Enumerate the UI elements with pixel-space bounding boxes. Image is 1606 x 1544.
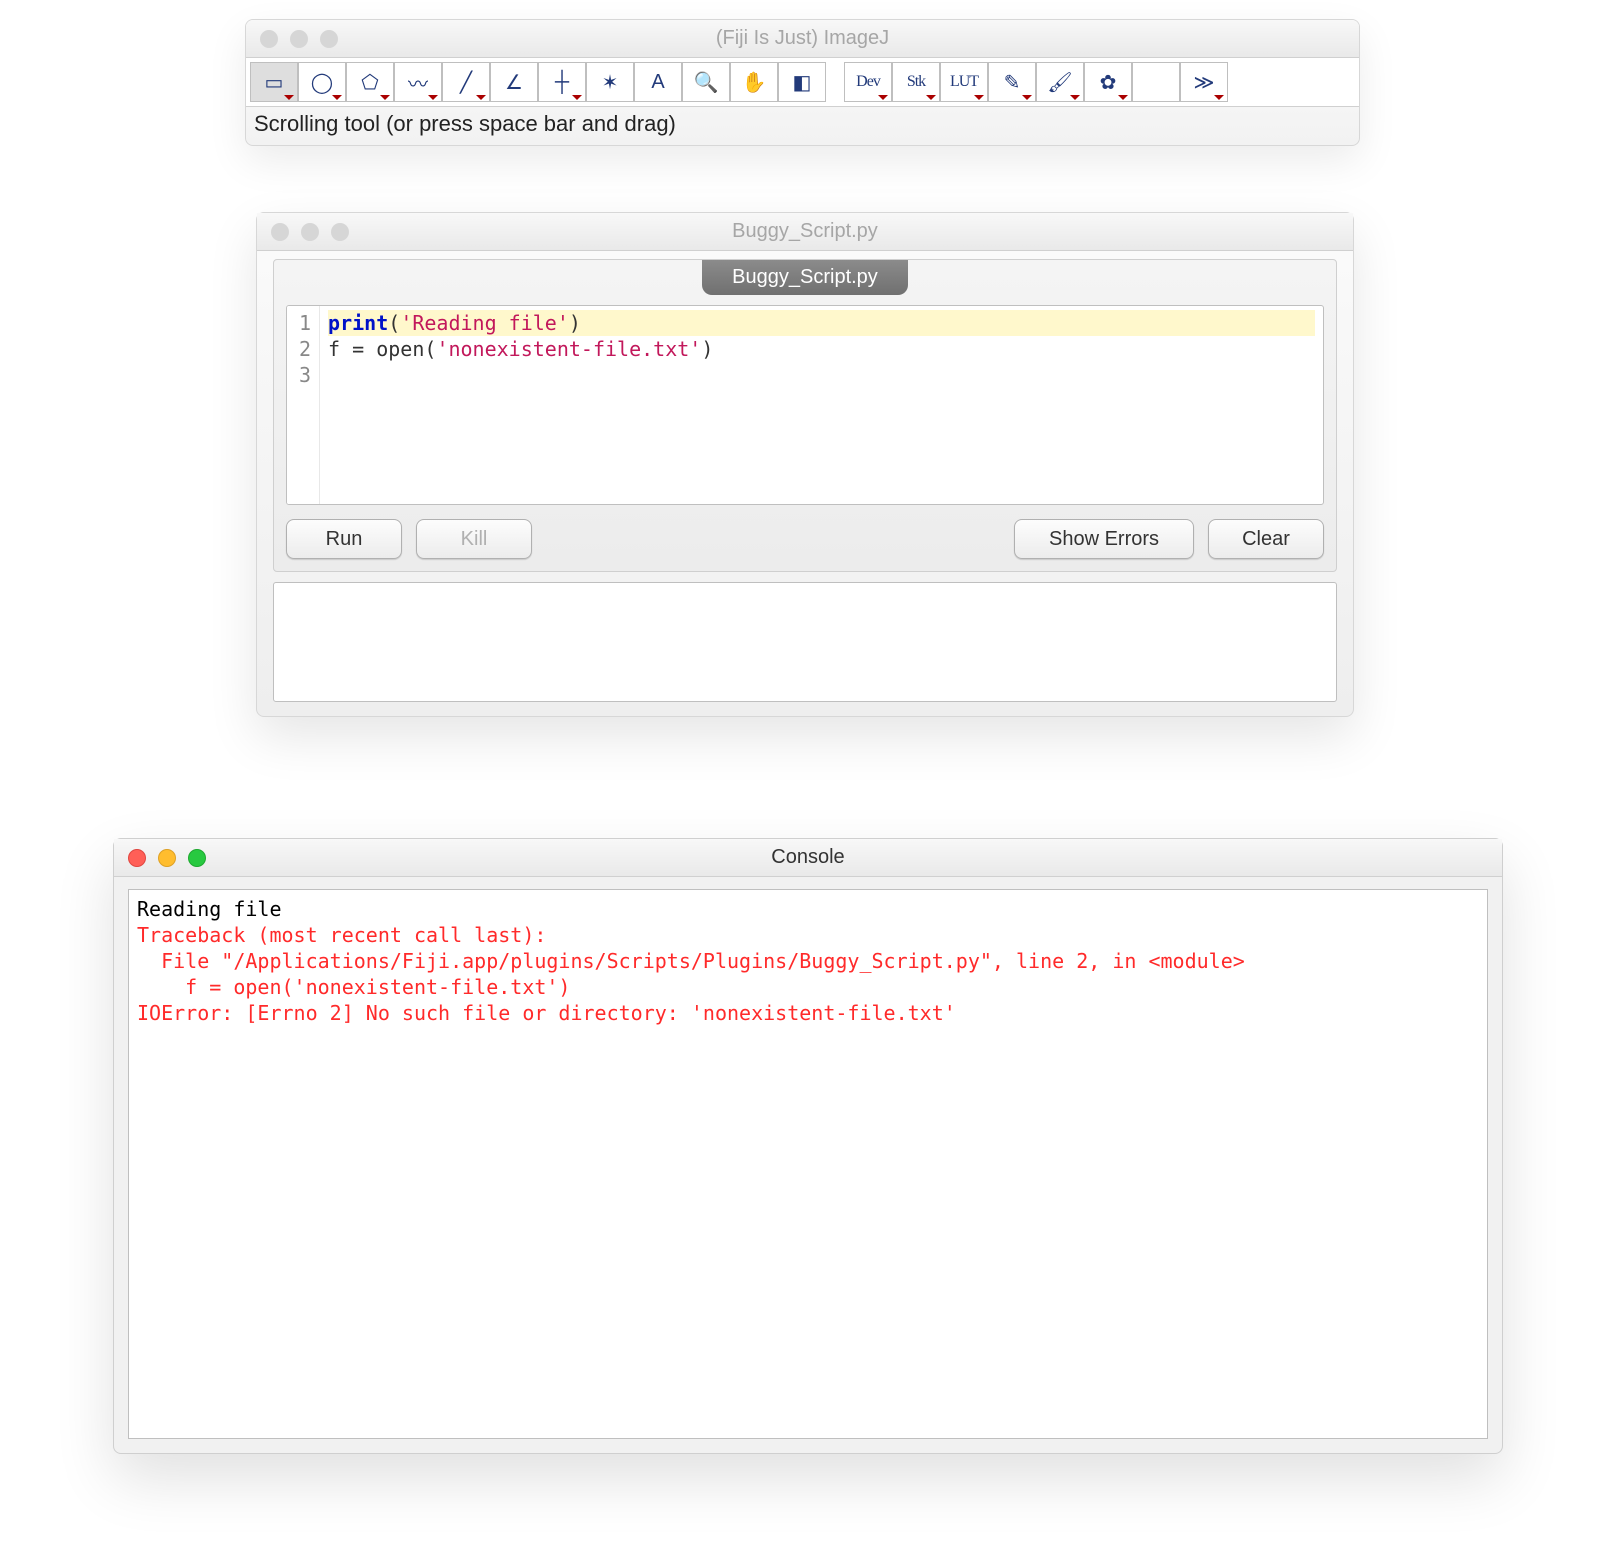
magnify-tool[interactable]: 🔍 — [682, 62, 730, 102]
brush-tool[interactable]: 🖌 — [1036, 62, 1084, 102]
imagej-titlebar[interactable]: (Fiji Is Just) ImageJ — [246, 20, 1359, 58]
editor-output-pane[interactable] — [273, 582, 1337, 702]
script-titlebar[interactable]: Buggy_Script.py — [257, 213, 1353, 251]
console-titlebar[interactable]: Console — [114, 839, 1502, 877]
rectangle-tool[interactable]: ▭ — [250, 62, 298, 102]
text-tool[interactable]: A — [634, 62, 682, 102]
editor-panel: Buggy_Script.py 123 print('Reading file'… — [273, 259, 1337, 572]
more-tool[interactable]: ≫ — [1180, 62, 1228, 102]
line-tool[interactable]: ╱ — [442, 62, 490, 102]
hand-tool[interactable]: ✋ — [730, 62, 778, 102]
polygon-tool[interactable]: ⬠ — [346, 62, 394, 102]
blank-tool[interactable] — [1132, 62, 1180, 102]
tab-file[interactable]: Buggy_Script.py — [702, 260, 908, 295]
script-title: Buggy_Script.py — [257, 220, 1353, 243]
pencil-tool[interactable]: ✎ — [988, 62, 1036, 102]
clear-button[interactable]: Clear — [1208, 519, 1324, 559]
lut-tool[interactable]: LUT — [940, 62, 988, 102]
freehand-tool[interactable]: 〰 — [394, 62, 442, 102]
kill-button[interactable]: Kill — [416, 519, 532, 559]
color-picker-tool[interactable]: ◧ — [778, 62, 826, 102]
oval-tool[interactable]: ◯ — [298, 62, 346, 102]
angle-tool[interactable]: ∠ — [490, 62, 538, 102]
console-title: Console — [114, 846, 1502, 869]
dev-tool[interactable]: Dev — [844, 62, 892, 102]
script-editor-window: Buggy_Script.py Buggy_Script.py 123 prin… — [256, 212, 1354, 717]
point-tool[interactable]: ┼ — [538, 62, 586, 102]
imagej-toolbar: ▭◯⬠〰╱∠┼✶A🔍✋◧ DevStkLUT✎🖌✿ ≫ — [246, 58, 1359, 107]
wand-tool[interactable]: ✶ — [586, 62, 634, 102]
console-window: Console Reading fileTraceback (most rece… — [113, 838, 1503, 1454]
stk-tool[interactable]: Stk — [892, 62, 940, 102]
editor-button-row: Run Kill Show Errors Clear — [274, 505, 1336, 559]
console-output[interactable]: Reading fileTraceback (most recent call … — [128, 889, 1488, 1439]
spray-tool[interactable]: ✿ — [1084, 62, 1132, 102]
run-button[interactable]: Run — [286, 519, 402, 559]
status-text: Scrolling tool (or press space bar and d… — [246, 107, 1359, 145]
code-editor[interactable]: 123 print('Reading file')f = open('nonex… — [286, 305, 1324, 505]
imagej-title: (Fiji Is Just) ImageJ — [246, 27, 1359, 50]
show-errors-button[interactable]: Show Errors — [1014, 519, 1194, 559]
code-lines[interactable]: print('Reading file')f = open('nonexiste… — [320, 306, 1323, 504]
line-gutter: 123 — [287, 306, 320, 504]
imagej-window: (Fiji Is Just) ImageJ ▭◯⬠〰╱∠┼✶A🔍✋◧ DevStk… — [245, 19, 1360, 146]
